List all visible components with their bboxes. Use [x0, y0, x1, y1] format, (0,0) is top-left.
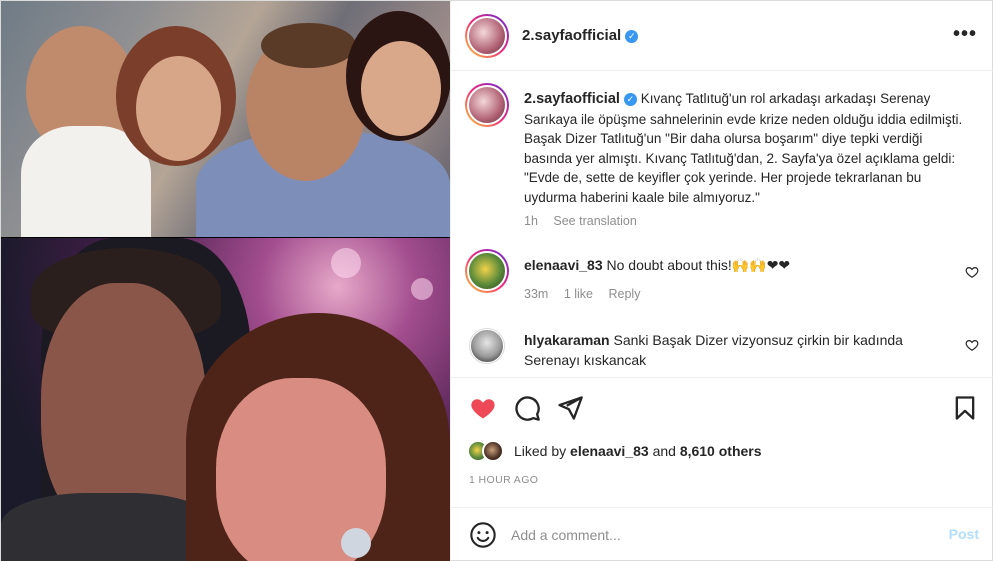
- post-caption: 2.sayfaofficial ✓ Kıvanç Tatlıtuğ'un rol …: [524, 89, 964, 207]
- emoji-icon[interactable]: [469, 521, 497, 549]
- caption-username[interactable]: 2.sayfaofficial: [524, 91, 620, 107]
- caption-text: Kıvanç Tatlıtuğ'un rol arkadaşı arkadaşı…: [524, 91, 963, 205]
- bookmark-icon[interactable]: [951, 394, 979, 422]
- likes-count[interactable]: 8,610 others: [680, 443, 762, 459]
- liked-by-prefix: Liked by: [514, 443, 567, 459]
- comment-text: No doubt about this!🙌🙌❤❤: [606, 257, 791, 273]
- comment-icon[interactable]: [513, 394, 541, 422]
- comment-input[interactable]: [511, 523, 911, 547]
- add-comment-bar: Post: [451, 507, 993, 561]
- liked-by-user[interactable]: elenaavi_83: [570, 443, 649, 459]
- action-bar: Liked by elenaavi_83 and 8,610 others 1 …: [451, 377, 993, 527]
- commenter-avatar[interactable]: [465, 249, 509, 293]
- caption-avatar[interactable]: [465, 83, 509, 127]
- photo-selfie-collage: [1, 1, 450, 237]
- author-username[interactable]: 2.sayfaofficial: [522, 27, 621, 44]
- commenter-avatar[interactable]: [469, 328, 505, 364]
- caption-time: 1h: [524, 214, 538, 228]
- comment-meta: 33m 1 like Reply: [524, 287, 652, 301]
- see-translation-link[interactable]: See translation: [553, 214, 636, 228]
- liked-by-and: and: [652, 443, 676, 459]
- heart-filled-icon[interactable]: [469, 394, 497, 422]
- comment-like-heart-icon[interactable]: [965, 265, 979, 279]
- post-comment-button[interactable]: Post: [949, 526, 979, 542]
- comment-item: elenaavi_83 No doubt about this!🙌🙌❤❤: [524, 257, 944, 274]
- send-icon[interactable]: [556, 394, 584, 422]
- comment-likes[interactable]: 1 like: [564, 287, 593, 301]
- verified-badge-icon: ✓: [623, 93, 637, 106]
- comment-time: 33m: [524, 287, 549, 301]
- instagram-post: 2.sayfaofficial ✓ ••• 2.sayfaofficial ✓ Kı…: [0, 0, 993, 561]
- post-side-panel: 2.sayfaofficial ✓ ••• 2.sayfaofficial ✓ Kı…: [450, 1, 993, 561]
- post-header: 2.sayfaofficial ✓ •••: [451, 1, 993, 71]
- photo-scene-still: [1, 238, 450, 561]
- comment-username[interactable]: elenaavi_83: [524, 257, 603, 273]
- post-media[interactable]: [1, 1, 450, 561]
- comment-item: hlyakaraman Sanki Başak Dizer vizyonsuz …: [524, 330, 944, 370]
- liker-avatar: [482, 440, 504, 462]
- author-avatar[interactable]: [465, 14, 509, 58]
- more-options-icon[interactable]: •••: [953, 23, 977, 46]
- verified-badge-icon: ✓: [625, 30, 639, 43]
- comment-username[interactable]: hlyakaraman: [524, 332, 610, 348]
- comments-list[interactable]: 2.sayfaofficial ✓ Kıvanç Tatlıtuğ'un rol …: [451, 71, 993, 377]
- post-timestamp[interactable]: 1 HOUR AGO: [469, 474, 538, 486]
- caption-meta: 1h See translation: [524, 214, 649, 228]
- comment-reply-button[interactable]: Reply: [608, 287, 640, 301]
- comment-like-heart-icon[interactable]: [965, 338, 979, 352]
